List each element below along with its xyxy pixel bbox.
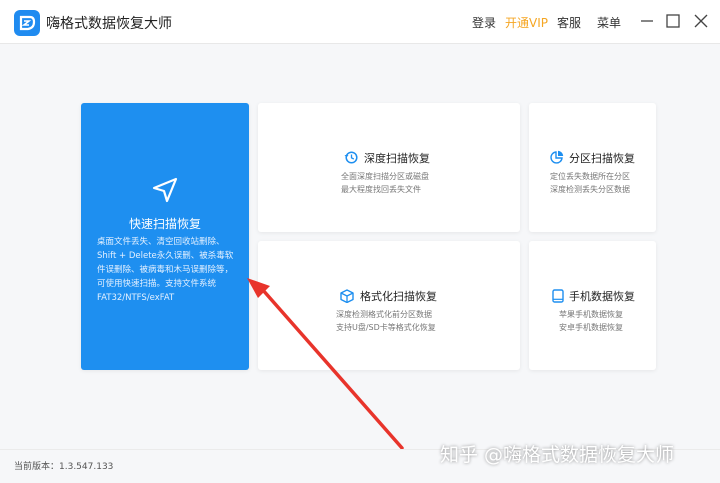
tablet-icon (551, 288, 565, 303)
app-logo (14, 10, 40, 36)
minimize-button[interactable] (638, 12, 656, 30)
phone-recovery-description: 苹果手机数据恢复 安卓手机数据恢复 (559, 310, 623, 332)
navigation-arrow-icon (150, 175, 180, 205)
partition-scan-title: 分区扫描恢复 (569, 152, 635, 165)
login-link[interactable]: 登录 (472, 14, 496, 31)
phone-recovery-card[interactable] (529, 241, 656, 370)
deep-scan-description: 全面深度扫描分区或磁盘 最大程度找回丢失文件 (341, 172, 429, 194)
partition-scan-description: 定位丢失数据所在分区 深度检测丢失分区数据 (550, 172, 630, 194)
watermark: 知乎 @嗨格式数据恢复大师 (440, 444, 675, 466)
vip-link[interactable]: 开通VIP (505, 14, 548, 31)
history-clock-icon (344, 149, 358, 164)
minimize-icon (641, 20, 653, 22)
format-scan-card[interactable] (258, 241, 520, 370)
pie-chart-icon (550, 149, 564, 164)
close-button[interactable] (692, 12, 710, 30)
format-scan-title: 格式化扫描恢复 (360, 290, 437, 303)
partition-scan-card[interactable] (529, 103, 656, 232)
title-bar: 嗨格式数据恢复大师 登录 开通VIP 客服 菜单 (0, 0, 720, 44)
close-icon (694, 14, 708, 28)
maximize-button[interactable] (664, 12, 682, 30)
service-link[interactable]: 客服 (557, 14, 581, 31)
deep-scan-title: 深度扫描恢复 (364, 152, 430, 165)
logo-icon (19, 15, 36, 31)
version-label: 当前版本：1.3.547.133 (14, 462, 114, 472)
format-scan-description: 深度检测格式化前分区数据 支持U盘/SD卡等格式化恢复 (336, 310, 436, 332)
deep-scan-card[interactable] (258, 103, 520, 232)
cube-icon (340, 288, 354, 304)
app-title: 嗨格式数据恢复大师 (46, 16, 172, 32)
maximize-icon (666, 14, 680, 28)
phone-recovery-title: 手机数据恢复 (569, 290, 635, 303)
quick-scan-description: 桌面文件丢失、清空回收站删除、 Shift + Delete永久误删、被杀毒软 … (97, 237, 234, 303)
menu-link[interactable]: 菜单 (597, 14, 621, 31)
quick-scan-title: 快速扫描恢复 (128, 217, 201, 231)
